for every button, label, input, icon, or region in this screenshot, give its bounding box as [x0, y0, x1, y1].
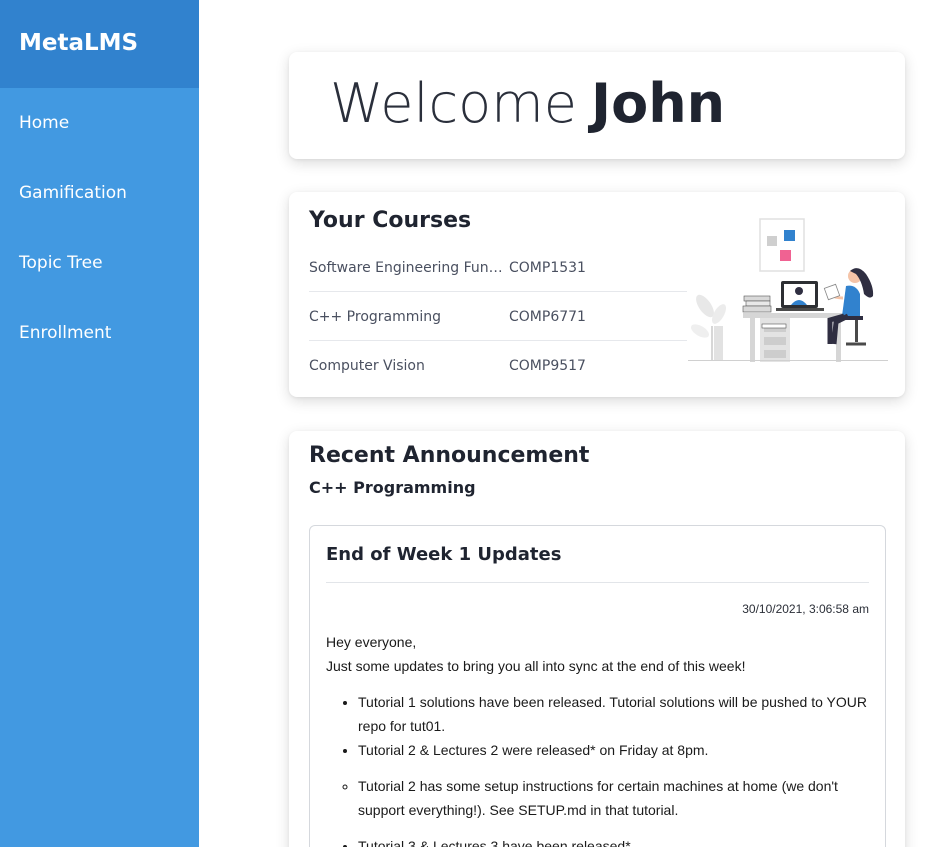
post-bullet: Tutorial 2 & Lectures 2 were released* o…: [358, 738, 871, 762]
brand-logo[interactable]: MetaLMS: [0, 0, 199, 88]
announcement-title: Recent Announcement: [309, 443, 590, 468]
post-bullet-list: Tutorial 1 solutions have been released.…: [358, 690, 871, 847]
post-sub-bullet-list: Tutorial 2 has some setup instructions f…: [358, 774, 871, 822]
course-code: COMP6771: [509, 309, 586, 325]
post-intro: Just some updates to bring you all into …: [326, 658, 746, 674]
sidebar: MetaLMS Home Gamification Topic Tree Enr…: [0, 0, 199, 847]
online-learning-illustration: [688, 218, 888, 362]
courses-title: Your Courses: [309, 208, 472, 233]
post-bullet: Tutorial 3 & Lectures 3 have been releas…: [358, 834, 871, 847]
announcement-post: End of Week 1 Updates 30/10/2021, 3:06:5…: [309, 525, 886, 847]
course-row[interactable]: Computer Vision COMP9517: [309, 341, 687, 390]
post-divider: [326, 582, 869, 583]
post-greeting: Hey everyone,: [326, 634, 417, 650]
post-bullet: Tutorial 1 solutions have been released.…: [358, 690, 871, 738]
welcome-card: Welcome John: [289, 52, 905, 159]
welcome-greeting: Welcome: [330, 72, 578, 135]
person-icon: [823, 268, 874, 346]
post-title: End of Week 1 Updates: [326, 544, 562, 565]
welcome-heading: Welcome John: [330, 72, 725, 135]
course-name: Software Engineering Fundamentals: [309, 260, 509, 276]
plant-icon: [690, 294, 726, 360]
wall-board-icon: [759, 218, 805, 272]
course-row[interactable]: C++ Programming COMP6771: [309, 292, 687, 341]
course-list: Software Engineering Fundamentals COMP15…: [309, 243, 687, 390]
welcome-user-name: John: [591, 72, 726, 135]
announcement-course[interactable]: C++ Programming: [309, 478, 476, 497]
sidebar-item-home[interactable]: Home: [0, 88, 199, 158]
sidebar-item-topic-tree[interactable]: Topic Tree: [0, 228, 199, 298]
laptop-icon: [776, 281, 824, 311]
course-name: Computer Vision: [309, 358, 425, 374]
sidebar-item-gamification[interactable]: Gamification: [0, 158, 199, 228]
course-code: COMP1531: [509, 260, 586, 276]
post-body: Hey everyone, Just some updates to bring…: [326, 630, 871, 847]
sidebar-item-enrollment[interactable]: Enrollment: [0, 298, 199, 368]
main-content: Welcome John Your Courses Software Engine…: [199, 0, 944, 847]
courses-card: Your Courses Software Engineering Fundam…: [289, 192, 905, 397]
post-timestamp: 30/10/2021, 3:06:58 am: [742, 602, 869, 616]
course-name: C++ Programming: [309, 309, 442, 325]
course-code: COMP9517: [509, 358, 586, 374]
course-row[interactable]: Software Engineering Fundamentals COMP15…: [309, 243, 687, 292]
announcement-card: Recent Announcement C++ Programming End …: [289, 431, 905, 847]
post-sub-bullet: Tutorial 2 has some setup instructions f…: [358, 774, 871, 822]
